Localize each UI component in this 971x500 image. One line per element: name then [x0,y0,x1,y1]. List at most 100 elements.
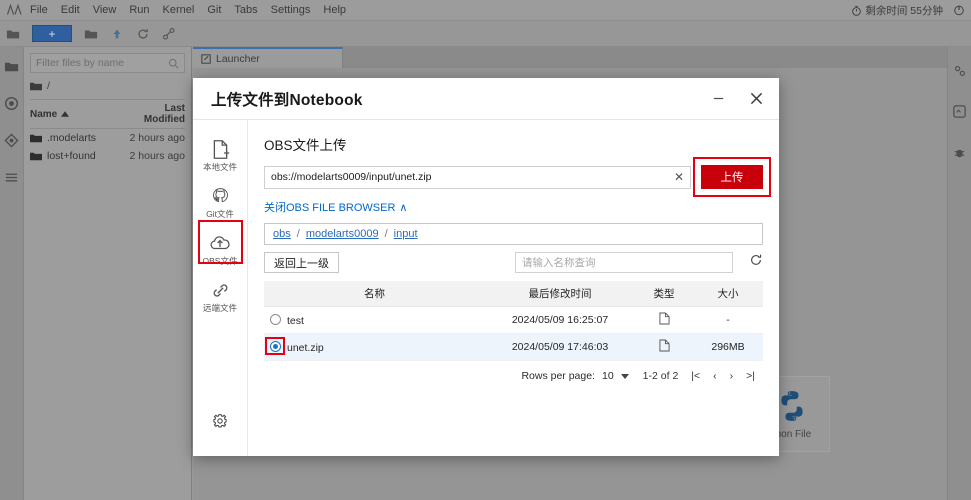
obs-search-input[interactable]: 请输入名称查询 [515,252,733,273]
new-folder-icon[interactable] [84,27,98,41]
file-filter-input[interactable]: Filter files by name [30,53,185,73]
folder-icon [30,152,42,160]
file-name: unet.zip [287,341,324,354]
file-name: test [287,314,304,327]
menu-kernel[interactable]: Kernel [163,4,195,16]
last-page-button[interactable]: >| [746,370,755,382]
power-icon[interactable] [953,4,965,16]
column-name[interactable]: Name [30,109,57,120]
obs-breadcrumb: obs / modelarts0009 / input [264,223,763,245]
table-of-contents-icon[interactable] [4,170,19,185]
tab-launcher[interactable]: Launcher [193,47,343,68]
clear-input-icon[interactable]: ✕ [674,170,684,184]
dialog-header: 上传文件到Notebook [193,78,779,120]
obs-path-input[interactable]: obs://modelarts0009/input/unet.zip ✕ [264,165,691,189]
rows-per-page-label: Rows per page: [521,370,595,382]
breadcrumb-separator: / [384,228,388,240]
refresh-button[interactable] [749,253,763,272]
rows-per-page-value: 10 [601,370,614,382]
pagination: Rows per page: 10 1-2 of 2 |< ‹ › >| [264,361,763,382]
obs-file-table: 名称 最后修改时间 类型 大小 test 2024/05/09 16:25:07 [264,281,763,361]
sidebar-item-local-file[interactable]: 本地文件 [196,132,244,179]
python-icon [781,390,803,421]
link-icon[interactable] [162,27,176,41]
breadcrumb-root: / [47,80,50,92]
upload-button-wrap: 上传 [693,157,771,197]
list-item[interactable]: lost+found 2 hours ago [30,147,185,165]
cell-size: - [693,306,763,334]
cloud-upload-icon [210,236,230,250]
sidebar-item-git-file[interactable]: Git文件 [196,179,244,226]
sidebar-folder-icon[interactable] [4,59,19,74]
debugger-icon[interactable] [952,145,967,160]
column-modified: 最后修改时间 [485,281,635,307]
menu-run[interactable]: Run [129,4,149,16]
menu-file[interactable]: File [30,4,48,16]
file-name: lost+found [47,150,96,162]
table-header-row: 名称 最后修改时间 类型 大小 [264,281,763,307]
column-name: 名称 [264,281,485,307]
url-row: obs://modelarts0009/input/unet.zip ✕ 上传 [264,157,771,197]
left-activity-bar [0,47,24,500]
upload-dialog: 上传文件到Notebook 本地文件 Git文件 OBS文件 远端文件 OBS文… [193,78,779,456]
cell-name: test [264,306,485,334]
chevron-up-icon: ∧ [399,201,408,214]
menu-git[interactable]: Git [207,4,221,16]
cell-modified: 2024/05/09 17:46:03 [485,333,635,361]
tab-bar: Launcher [193,47,947,68]
table-row[interactable]: test 2024/05/09 16:25:07 - [264,306,763,334]
search-icon [168,58,179,69]
dialog-title: 上传文件到Notebook [211,91,363,109]
page-range-label: 1-2 of 2 [642,370,679,382]
breadcrumb-item-bucket[interactable]: modelarts0009 [306,228,379,240]
list-item[interactable]: .modelarts 2 hours ago [30,129,185,147]
obs-controls-row: 返回上一级 请输入名称查询 [264,252,763,273]
column-size: 大小 [693,281,763,307]
go-up-button[interactable]: 返回上一级 [264,252,339,273]
minimize-button[interactable] [709,90,727,108]
folder-icon [30,82,42,90]
breadcrumb-item-input[interactable]: input [394,228,418,240]
menu-help[interactable]: Help [323,4,346,16]
row-radio[interactable] [270,313,281,325]
file-filter-placeholder: Filter files by name [36,57,125,69]
sidebar-item-obs-file[interactable]: OBS文件 [196,225,244,273]
menu-tabs[interactable]: Tabs [234,4,257,16]
row-radio-selected[interactable] [270,340,281,352]
file-modified: 2 hours ago [129,132,185,144]
upload-button[interactable]: 上传 [701,165,763,189]
table-row[interactable]: unet.zip 2024/05/09 17:46:03 296MB [264,333,763,361]
extension-manager-icon[interactable] [952,104,967,119]
git-panel-icon[interactable] [4,133,19,148]
running-sessions-icon[interactable] [4,96,19,111]
menu-edit[interactable]: Edit [61,4,80,16]
toggle-obs-browser-link[interactable]: 关闭OBS FILE BROWSER ∧ [264,199,763,215]
rows-per-page[interactable]: Rows per page: 10 [521,370,629,382]
menu-bar: File Edit View Run Kernel Git Tabs Setti… [0,0,971,21]
property-inspector-icon[interactable] [952,63,967,78]
close-button[interactable] [747,90,765,108]
chevron-down-icon[interactable] [620,373,629,379]
folder-icon[interactable] [6,27,20,41]
upload-icon[interactable] [110,27,124,41]
prev-page-button[interactable]: ‹ [713,370,717,382]
menu-view[interactable]: View [93,4,117,16]
column-last-modified[interactable]: Last Modified [123,103,185,125]
dialog-body: 本地文件 Git文件 OBS文件 远端文件 OBS文件上传 obs://mode… [193,120,779,456]
breadcrumb-item-obs[interactable]: obs [273,228,291,240]
dialog-settings-button[interactable] [196,404,244,438]
breadcrumb-path[interactable]: / [30,80,185,92]
timer-icon [852,5,862,16]
menu-settings[interactable]: Settings [271,4,311,16]
new-launcher-button[interactable]: + [32,25,72,42]
refresh-icon[interactable] [136,27,150,41]
file-icon [658,339,670,352]
next-page-button[interactable]: › [730,370,734,382]
column-type: 类型 [635,281,693,307]
first-page-button[interactable]: |< [691,370,700,382]
file-modified: 2 hours ago [129,150,185,162]
cell-name: unet.zip [264,333,485,361]
toggle-obs-browser-label: 关闭OBS FILE BROWSER [264,202,396,214]
cell-type [635,306,693,334]
sidebar-item-remote-file[interactable]: 远端文件 [196,273,244,320]
